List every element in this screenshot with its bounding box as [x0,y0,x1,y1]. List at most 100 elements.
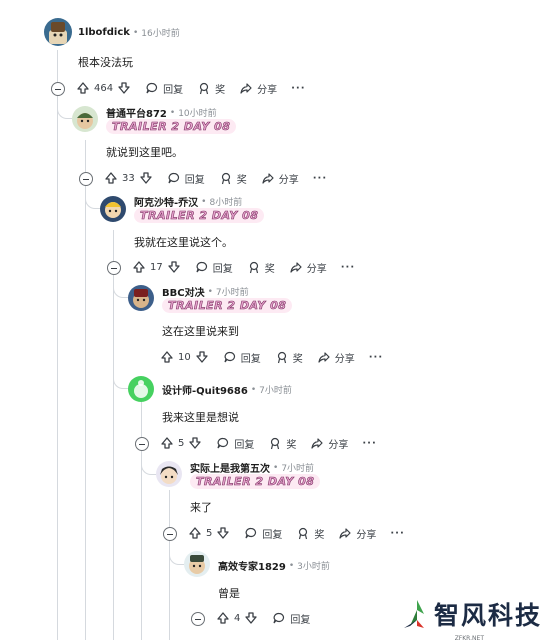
reply-icon [168,172,179,184]
comment-author[interactable]: BBC对决 [162,284,205,299]
downvote-icon[interactable] [244,611,258,625]
flair-text: TRAILER 2 DAY 08 [168,299,287,313]
share-button[interactable]: 分享 [239,81,277,96]
collapse-button[interactable] [163,527,177,541]
reply-button[interactable]: 回复 [216,436,254,451]
comment-actions: 33 回复 奖 分享 ··· [104,168,341,188]
comment-author[interactable]: 设计师-Quit9686 [162,382,248,397]
award-button[interactable]: 奖 [219,171,247,186]
collapse-button[interactable] [51,82,65,96]
reply-label: 回复 [290,614,311,626]
more-options-button[interactable]: ··· [369,352,383,363]
award-icon [271,437,280,450]
award-icon [249,261,258,274]
share-button[interactable]: 分享 [261,171,299,186]
avatar-icon [105,202,121,218]
upvote-icon[interactable] [104,171,118,185]
reply-button[interactable]: 回复 [244,526,282,541]
comment-author[interactable]: 阿克沙特-乔汉 [134,194,198,209]
avatar[interactable] [128,285,154,311]
share-icon [290,262,302,273]
thread-elbow [141,452,156,475]
upvote-icon[interactable] [76,81,90,95]
upvote-icon[interactable] [132,260,146,274]
more-options-button[interactable]: ··· [341,262,355,273]
reply-label: 回复 [240,353,261,365]
comment-author[interactable]: 普通平台872 [106,105,167,120]
share-button[interactable]: 分享 [289,260,327,275]
more-options-button[interactable]: ··· [362,438,376,449]
award-button[interactable]: 奖 [197,81,225,96]
reply-button[interactable]: 回复 [272,611,310,626]
avatar[interactable] [100,196,126,222]
comment-body: 来了 [190,501,212,514]
share-icon [318,352,330,363]
comment-author[interactable]: 实际上是我第五次 [190,460,270,475]
collapse-button[interactable] [191,612,205,626]
thread-line [141,400,142,640]
thread-line [57,50,58,640]
reply-icon [217,437,229,449]
avatar[interactable] [184,551,210,577]
award-icon [277,351,286,364]
comment-time: 7小时前 [281,464,315,474]
more-options-button[interactable]: ··· [313,173,327,184]
downvote-icon[interactable] [139,171,153,185]
reply-icon [273,612,285,624]
comment-author[interactable]: 1lbofdick [78,27,130,38]
upvote-icon[interactable] [216,611,230,625]
award-label: 奖 [314,529,325,541]
separator-dot: • [207,286,213,297]
reply-button[interactable]: 回复 [167,171,205,186]
comment-author[interactable]: 高效专家1829 [218,558,286,573]
reply-button[interactable]: 回复 [223,350,261,365]
share-button[interactable]: 分享 [310,436,348,451]
downvote-icon[interactable] [188,436,202,450]
watermark: 智风科技 [400,596,542,632]
comment-actions: 10 回复 奖 分享 ··· [160,347,397,367]
vote-score: 464 [94,82,114,94]
award-button[interactable]: 奖 [296,526,324,541]
reply-label: 回复 [184,174,205,186]
avatar[interactable] [72,106,98,132]
watermark-subtext: ZFKR.NET [454,635,484,642]
comment-actions: 17 回复 奖 分享 ··· [132,257,369,277]
collapse-button[interactable] [107,261,121,275]
collapse-button[interactable] [135,437,149,451]
comment-actions: 5 回复 奖 分享 ··· [188,523,419,543]
downvote-icon[interactable] [117,81,131,95]
share-button[interactable]: 分享 [317,350,355,365]
more-options-button[interactable]: ··· [390,528,404,539]
avatar[interactable] [44,18,72,46]
share-icon [311,438,323,449]
upvote-icon[interactable] [188,526,202,540]
reply-button[interactable]: 回复 [195,260,233,275]
downvote-icon[interactable] [195,350,209,364]
avatar[interactable] [156,461,182,487]
downvote-icon[interactable] [167,260,181,274]
award-button[interactable]: 奖 [275,350,303,365]
user-flair: TRAILER 2 DAY 08 [162,298,293,313]
downvote-icon[interactable] [216,526,230,540]
share-button[interactable]: 分享 [338,526,376,541]
reply-button[interactable]: 回复 [145,81,183,96]
reply-label: 回复 [212,263,233,275]
avatar[interactable] [128,376,154,402]
reply-label: 回复 [163,84,184,96]
award-label: 奖 [264,263,275,275]
award-icon [221,172,230,185]
upvote-icon[interactable] [160,350,174,364]
thread-elbow [113,290,128,389]
upvote-icon[interactable] [160,436,174,450]
comment-body: 根本没法玩 [78,56,133,69]
reply-icon [146,82,158,94]
thread-line [169,490,170,640]
comment-body: 我来这里是想说 [162,411,239,424]
comment-time: 3小时前 [297,562,330,572]
award-button[interactable]: 奖 [268,436,296,451]
share-label: 分享 [356,529,377,541]
thread-elbow [85,186,100,209]
collapse-button[interactable] [79,172,93,186]
more-options-button[interactable]: ··· [291,83,305,94]
award-button[interactable]: 奖 [247,260,275,275]
